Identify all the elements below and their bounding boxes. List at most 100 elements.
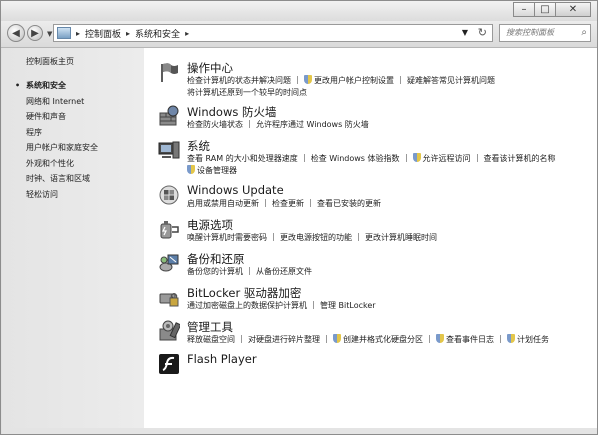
category-title-link[interactable]: Windows Update — [187, 183, 284, 197]
flag-icon[interactable] — [158, 61, 180, 83]
task-link[interactable]: 将计算机还原到一个较早的时间点 — [187, 87, 307, 99]
task-link[interactable]: 查看 RAM 的大小和处理器速度 — [187, 153, 298, 165]
link-separator — [358, 233, 359, 241]
task-link[interactable]: 启用或禁用自动更新 — [187, 198, 259, 210]
task-link[interactable]: 从备份还原文件 — [256, 266, 312, 278]
task-link-label: 通过加密磁盘上的数据保护计算机 — [187, 301, 307, 310]
firewall-icon[interactable] — [158, 105, 180, 127]
task-link-label: 更改电源按钮的功能 — [280, 233, 352, 242]
task-link[interactable]: 检查 Windows 体验指数 — [311, 153, 400, 165]
forward-button[interactable]: ▶ — [27, 25, 43, 41]
task-link[interactable]: 查看该计算机的名称 — [484, 153, 556, 165]
task-link[interactable]: 检查防火墙状态 — [187, 119, 243, 131]
category-title-link[interactable]: 系统 — [187, 138, 210, 154]
task-link[interactable]: 更改电源按钮的功能 — [280, 232, 352, 244]
back-button[interactable]: ◀ — [7, 24, 25, 42]
close-button[interactable]: ✕ — [555, 2, 591, 17]
category-links: 检查防火墙状态 允许程序通过 Windows 防火墙 — [187, 119, 369, 131]
link-separator — [313, 301, 314, 309]
task-link[interactable]: 更改计算机睡眠时间 — [365, 232, 437, 244]
search-placeholder: 搜索控制面板 — [506, 28, 554, 37]
sidebar-item[interactable]: 外观和个性化 — [26, 158, 98, 174]
sidebar-item[interactable]: 程序 — [26, 127, 98, 143]
address-dropdown-icon[interactable]: ▼ — [462, 28, 468, 37]
navigation-bar: ◀ ▶ ▼ ▸ 控制面板 ▸ 系统和安全 ▸ ▼ ↻ 搜索控制面板 ⌕ — [1, 21, 597, 48]
sidebar-item-label: 用户帐户和家庭安全 — [26, 143, 98, 152]
task-link[interactable]: 备份您的计算机 — [187, 266, 243, 278]
maximize-button[interactable]: □ — [534, 2, 556, 17]
category-links: 通过加密磁盘上的数据保护计算机 管理 BitLocker — [187, 300, 376, 312]
windows-update-icon[interactable] — [158, 184, 180, 206]
sidebar-item-label: 时钟、语言和区域 — [26, 174, 90, 183]
task-link[interactable]: 对硬盘进行碎片整理 — [248, 334, 320, 346]
sidebar-item-label: 硬件和声音 — [26, 112, 66, 121]
task-link[interactable]: 设备管理器 — [187, 165, 237, 177]
task-link-label: 从备份还原文件 — [256, 267, 312, 276]
task-link[interactable]: 查看已安装的更新 — [317, 198, 381, 210]
task-link[interactable]: 释放磁盘空间 — [187, 334, 235, 346]
sidebar-item[interactable]: 时钟、语言和区域 — [26, 173, 98, 189]
bitlocker-icon[interactable] — [158, 286, 180, 308]
task-link[interactable]: 计划任务 — [507, 334, 549, 346]
sidebar-item[interactable]: 硬件和声音 — [26, 111, 98, 127]
task-link-label: 检查防火墙状态 — [187, 120, 243, 129]
flash-icon[interactable] — [158, 353, 180, 375]
sidebar: 控制面板主页 • 系统和安全 网络和 Internet 硬件和声音程序 用户帐户和家庭安… — [2, 48, 144, 434]
task-link-label: 唤醒计算机时需要密码 — [187, 233, 267, 242]
breadcrumb-arrow-icon[interactable]: ▸ — [185, 29, 189, 38]
minimize-button[interactable]: – — [513, 2, 535, 17]
recent-pages-dropdown-icon[interactable]: ▼ — [47, 30, 52, 38]
category-links: 备份您的计算机 从备份还原文件 — [187, 266, 312, 278]
category-title-link[interactable]: Flash Player — [187, 352, 257, 366]
search-icon[interactable]: ⌕ — [581, 25, 587, 41]
sidebar-item[interactable]: 轻松访问 — [26, 189, 98, 205]
breadcrumb-arrow-icon[interactable]: ▸ — [126, 29, 130, 38]
power-icon[interactable] — [158, 218, 180, 240]
uac-shield-icon — [412, 153, 421, 162]
task-link[interactable]: 唤醒计算机时需要密码 — [187, 232, 267, 244]
address-bar[interactable]: ▸ 控制面板 ▸ 系统和安全 ▸ ▼ ↻ — [53, 24, 493, 42]
task-link-label: 查看已安装的更新 — [317, 199, 381, 208]
task-link[interactable]: 查看事件日志 — [436, 334, 494, 346]
task-link[interactable]: 创建并格式化硬盘分区 — [333, 334, 423, 346]
backup-icon[interactable] — [158, 252, 180, 274]
task-link[interactable]: 允许程序通过 Windows 防火墙 — [256, 119, 369, 131]
sidebar-item[interactable]: 用户帐户和家庭安全 — [26, 142, 98, 158]
sidebar-home-link[interactable]: 控制面板主页 — [26, 56, 74, 67]
uac-shield-icon — [187, 165, 195, 174]
refresh-icon[interactable]: ↻ — [478, 26, 487, 39]
search-input[interactable]: 搜索控制面板 ⌕ — [499, 24, 591, 42]
task-link[interactable]: 管理 BitLocker — [320, 300, 376, 312]
category-title-link[interactable]: 电源选项 — [187, 217, 233, 233]
task-link-label: 查看该计算机的名称 — [483, 154, 556, 163]
uac-shield-icon — [304, 75, 312, 84]
breadcrumb-control-panel[interactable]: 控制面板 — [85, 27, 121, 40]
task-link-label: 计划任务 — [517, 335, 549, 344]
link-row: 备份您的计算机 从备份还原文件 — [187, 266, 312, 278]
task-link[interactable]: 检查更新 — [272, 198, 304, 210]
category-title-link[interactable]: 管理工具 — [187, 319, 233, 335]
task-link-label: 对硬盘进行碎片整理 — [248, 335, 320, 344]
task-link-label: 检查计算机的状态并解决问题 — [187, 76, 291, 85]
task-link[interactable]: 检查计算机的状态并解决问题 — [187, 75, 291, 87]
admin-tools-icon[interactable] — [158, 320, 182, 342]
link-separator — [476, 154, 478, 162]
category-links: 释放磁盘空间 对硬盘进行碎片整理 创建并格式化硬盘分区 查看事件日志 计划任务 — [187, 334, 549, 346]
computer-icon[interactable] — [158, 139, 180, 161]
task-link[interactable]: 通过加密磁盘上的数据保护计算机 — [187, 300, 307, 312]
sidebar-item[interactable]: 网络和 Internet — [26, 96, 98, 112]
task-link-label: 管理 BitLocker — [320, 301, 376, 310]
breadcrumb-arrow-icon[interactable]: ▸ — [76, 29, 80, 38]
category-title-link[interactable]: 操作中心 — [187, 60, 233, 76]
task-link[interactable]: 疑难解答常见计算机问题 — [407, 75, 495, 87]
category-title-link[interactable]: 备份和还原 — [187, 251, 245, 267]
link-separator — [310, 199, 311, 207]
category-title-link[interactable]: Windows 防火墙 — [187, 104, 277, 120]
category-links: 检查计算机的状态并解决问题 更改用户帐户控制设置 疑难解答常见计算机问题将计算机还原… — [187, 75, 495, 99]
task-link[interactable]: 更改用户帐户控制设置 — [304, 75, 394, 87]
task-link[interactable]: 允许远程访问 — [412, 153, 471, 165]
link-row: 设备管理器 — [187, 165, 556, 177]
sidebar-item[interactable]: • 系统和安全 — [15, 80, 98, 96]
category-title-link[interactable]: BitLocker 驱动器加密 — [187, 285, 301, 301]
breadcrumb-system-security[interactable]: 系统和安全 — [135, 27, 180, 40]
